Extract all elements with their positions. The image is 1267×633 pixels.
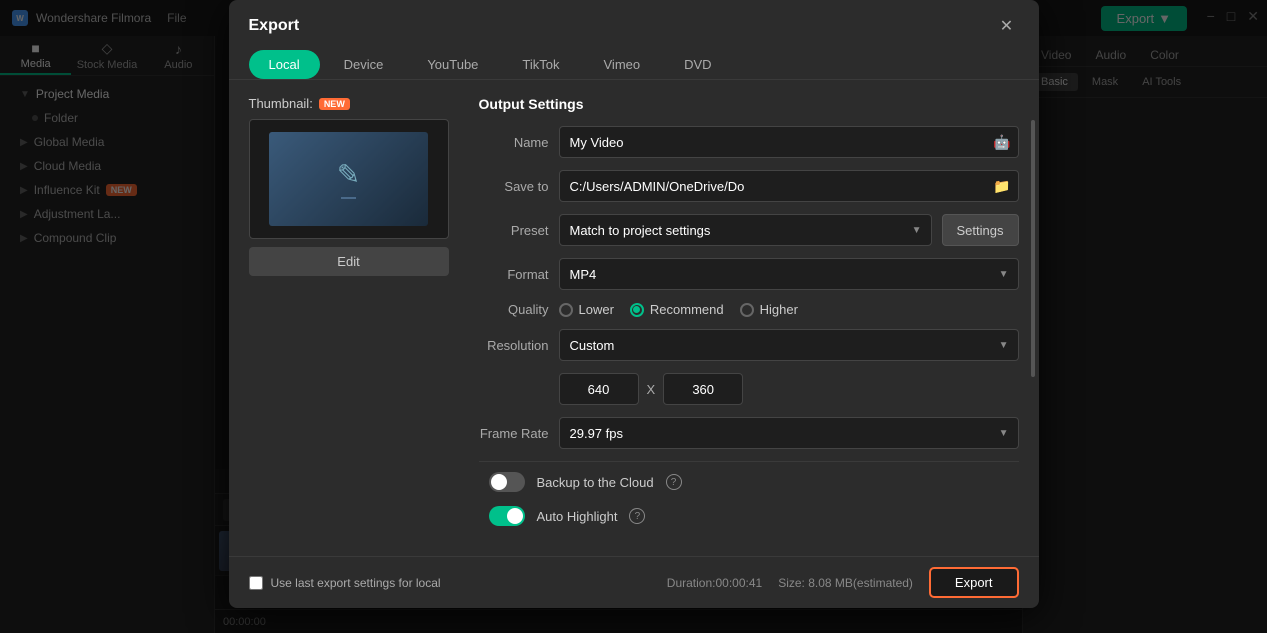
radio-recommend-label: Recommend	[650, 302, 724, 317]
frame-rate-select[interactable]: 29.97 fps	[559, 417, 1019, 449]
backup-cloud-toggle[interactable]	[489, 472, 525, 492]
radio-recommend-inner	[633, 306, 640, 313]
quality-label: Quality	[479, 302, 549, 317]
name-row: Name 🤖	[479, 126, 1019, 158]
tab-dvd[interactable]: DVD	[664, 50, 731, 79]
output-settings-title: Output Settings	[479, 96, 1019, 112]
modal-title: Export	[249, 17, 300, 35]
radio-higher-outer	[740, 303, 754, 317]
last-export-checkbox[interactable]	[249, 576, 263, 590]
resolution-select-wrapper: Custom ▼	[559, 329, 1019, 361]
modal-close-button[interactable]: ✕	[995, 14, 1019, 38]
preset-select-wrapper: Match to project settings ▼	[559, 214, 932, 246]
thumbnail-preview-box: ✎	[249, 119, 449, 239]
resolution-select[interactable]: Custom	[559, 329, 1019, 361]
scrollbar	[1031, 120, 1035, 377]
radio-lower-label: Lower	[579, 302, 614, 317]
format-label: Format	[479, 267, 549, 282]
tab-device[interactable]: Device	[324, 50, 404, 79]
modal-footer: Use last export settings for local Durat…	[229, 556, 1039, 608]
backup-cloud-label: Backup to the Cloud	[537, 475, 654, 490]
save-to-input-wrapper: 📁	[559, 170, 1019, 202]
quality-row: Quality Lower Recommend	[479, 302, 1019, 317]
edit-pencil-icon: ✎	[337, 158, 360, 191]
radio-higher-label: Higher	[760, 302, 798, 317]
save-to-input[interactable]	[559, 170, 1019, 202]
name-input[interactable]	[559, 126, 1019, 158]
save-to-label: Save to	[479, 179, 549, 194]
duration-stat: Duration:00:00:41	[667, 576, 762, 590]
name-input-wrapper: 🤖	[559, 126, 1019, 158]
resolution-label: Resolution	[479, 338, 549, 353]
size-stat: Size: 8.08 MB(estimated)	[778, 576, 913, 590]
settings-button[interactable]: Settings	[942, 214, 1019, 246]
thumb-decoration	[341, 197, 355, 199]
thumbnail-section: Thumbnail: NEW ✎ Edit	[249, 96, 459, 540]
format-select-wrapper: MP4 ▼	[559, 258, 1019, 290]
radio-recommend-outer	[630, 303, 644, 317]
modal-header: Export ✕	[229, 0, 1039, 38]
quality-higher[interactable]: Higher	[740, 302, 798, 317]
resolution-width-input[interactable]	[559, 373, 639, 405]
quality-recommend[interactable]: Recommend	[630, 302, 724, 317]
export-modal: Export ✕ Local Device YouTube TikTok Vim…	[229, 0, 1039, 608]
modal-tabs: Local Device YouTube TikTok Vimeo DVD	[229, 38, 1039, 80]
tab-tiktok[interactable]: TikTok	[502, 50, 579, 79]
ai-icon: 🤖	[993, 134, 1010, 151]
folder-icon[interactable]: 📁	[993, 178, 1010, 195]
res-x-label: X	[647, 382, 656, 397]
thumbnail-edit-button[interactable]: Edit	[249, 247, 449, 276]
thumbnail-inner: ✎	[269, 132, 427, 226]
thumbnail-new-badge: NEW	[319, 98, 350, 110]
format-row: Format MP4 ▼	[479, 258, 1019, 290]
tab-vimeo[interactable]: Vimeo	[584, 50, 661, 79]
scroll-indicator[interactable]	[1031, 120, 1035, 548]
auto-highlight-label: Auto Highlight	[537, 509, 618, 524]
save-to-row: Save to 📁	[479, 170, 1019, 202]
auto-highlight-toggle[interactable]	[489, 506, 525, 526]
tab-youtube[interactable]: YouTube	[407, 50, 498, 79]
frame-rate-select-wrapper: 29.97 fps ▼	[559, 417, 1019, 449]
tab-local[interactable]: Local	[249, 50, 320, 79]
auto-highlight-info-icon[interactable]: ?	[629, 508, 645, 524]
auto-highlight-knob	[507, 508, 523, 524]
divider	[479, 461, 1019, 462]
resolution-inputs: X	[559, 373, 1019, 405]
radio-lower-outer	[559, 303, 573, 317]
name-label: Name	[479, 135, 549, 150]
resolution-height-input[interactable]	[663, 373, 743, 405]
thumbnail-label: Thumbnail: NEW	[249, 96, 459, 111]
modal-overlay: Export ✕ Local Device YouTube TikTok Vim…	[0, 0, 1267, 633]
resolution-row: Resolution Custom ▼	[479, 329, 1019, 361]
quality-radio-group: Lower Recommend Higher	[559, 302, 798, 317]
preset-label: Preset	[479, 223, 549, 238]
auto-highlight-row: Auto Highlight ?	[489, 506, 1019, 526]
frame-rate-label: Frame Rate	[479, 426, 549, 441]
quality-lower[interactable]: Lower	[559, 302, 614, 317]
preset-select[interactable]: Match to project settings	[559, 214, 932, 246]
footer-right: Duration:00:00:41 Size: 8.08 MB(estimate…	[667, 567, 1019, 598]
frame-rate-row: Frame Rate 29.97 fps ▼	[479, 417, 1019, 449]
toggle-knob	[491, 474, 507, 490]
footer-left: Use last export settings for local	[249, 576, 441, 590]
last-export-label: Use last export settings for local	[271, 576, 441, 590]
export-button[interactable]: Export	[929, 567, 1019, 598]
backup-info-icon[interactable]: ?	[666, 474, 682, 490]
modal-body: Thumbnail: NEW ✎ Edit Output Settings	[229, 80, 1039, 556]
format-select[interactable]: MP4	[559, 258, 1019, 290]
backup-cloud-row: Backup to the Cloud ?	[489, 472, 1019, 492]
output-settings: Output Settings Name 🤖 Save to 📁	[479, 96, 1019, 540]
preset-row: Preset Match to project settings ▼ Setti…	[479, 214, 1019, 246]
